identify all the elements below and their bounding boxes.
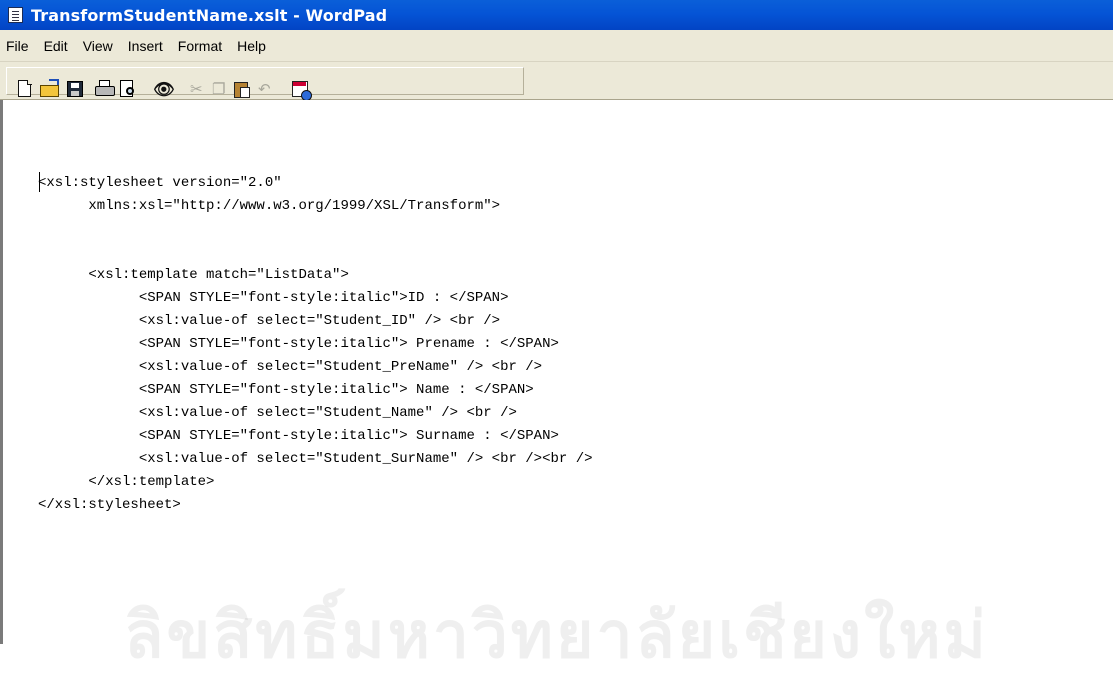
wordpad-document-icon[interactable] <box>8 7 23 23</box>
find-binoculars-icon: 👁 <box>153 80 175 100</box>
menu-help[interactable]: Help <box>235 36 268 56</box>
save-button[interactable] <box>64 79 86 99</box>
print-button[interactable] <box>94 79 116 99</box>
new-document-icon <box>18 79 32 97</box>
undo-icon: ↶ <box>258 80 271 98</box>
code-line: <xsl:value-of select="Student_PreName" /… <box>38 359 543 375</box>
paste-button[interactable] <box>231 79 253 99</box>
insert-date-time-icon <box>292 81 312 101</box>
menu-bar: File Edit View Insert Format Help <box>0 30 1113 62</box>
code-line: <xsl:template match="ListData"> <box>38 267 349 283</box>
document-text[interactable]: <xsl:stylesheet version="2.0" xmlns:xsl=… <box>38 172 593 517</box>
open-button[interactable] <box>39 79 61 99</box>
copy-button[interactable]: ❐ <box>209 79 231 99</box>
cut-button[interactable]: ✂ <box>187 79 209 99</box>
copy-icon: ❐ <box>212 80 226 98</box>
menu-format[interactable]: Format <box>176 36 224 56</box>
find-button[interactable]: 👁 <box>152 79 175 100</box>
menu-edit[interactable]: Edit <box>42 36 70 56</box>
title-bar[interactable]: TransformStudentName.xslt - WordPad <box>0 0 1113 30</box>
menu-file[interactable]: File <box>4 36 31 56</box>
code-line: xmlns:xsl="http://www.w3.org/1999/XSL/Tr… <box>38 198 501 214</box>
undo-button[interactable]: ↶ <box>255 79 277 99</box>
save-disk-icon <box>67 81 83 97</box>
code-line: <xsl:value-of select="Student_ID" /> <br… <box>38 313 501 329</box>
print-preview-button[interactable] <box>117 79 139 99</box>
code-line: </xsl:template> <box>38 474 215 490</box>
code-line: <xsl:stylesheet version="2.0" <box>38 175 282 191</box>
code-line: <SPAN STYLE="font-style:italic"> Name : … <box>38 382 534 398</box>
code-line: <SPAN STYLE="font-style:italic"> Surname… <box>38 428 559 444</box>
code-line: </xsl:stylesheet> <box>38 497 181 513</box>
menu-view[interactable]: View <box>81 36 115 56</box>
menu-insert[interactable]: Insert <box>126 36 165 56</box>
code-line: <SPAN STYLE="font-style:italic">ID : </S… <box>38 290 509 306</box>
new-button[interactable] <box>14 79 36 99</box>
code-line: <xsl:value-of select="Student_Name" /> <… <box>38 405 517 421</box>
cut-icon: ✂ <box>190 80 203 98</box>
code-line: <SPAN STYLE="font-style:italic"> Prename… <box>38 336 559 352</box>
code-line: <xsl:value-of select="Student_SurName" /… <box>38 451 593 467</box>
insert-date-time-button[interactable] <box>290 79 312 101</box>
text-caret <box>39 172 40 192</box>
window-title: TransformStudentName.xslt - WordPad <box>31 5 388 25</box>
